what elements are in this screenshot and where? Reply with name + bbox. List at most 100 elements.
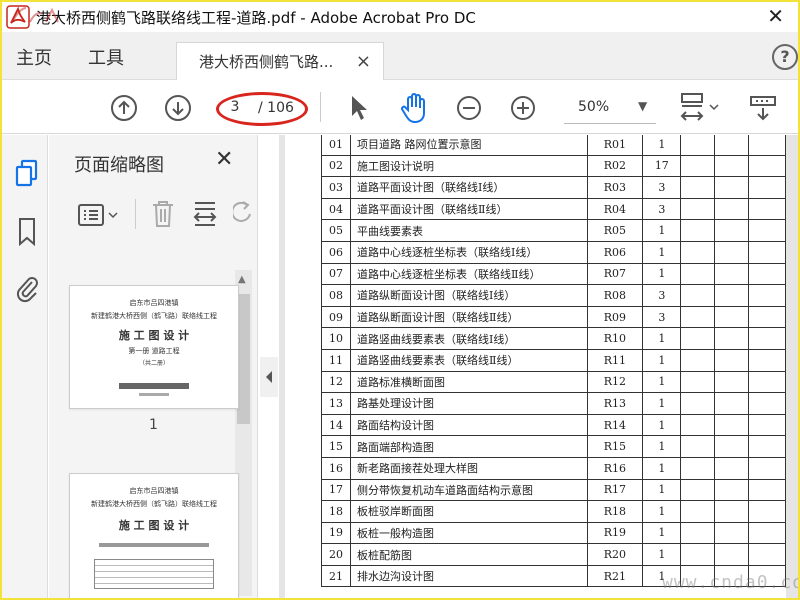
drawing-name-cell: 项目道路 路网位置示意图 [349, 135, 588, 156]
row-number-cell: 15 [321, 435, 351, 458]
empty-cell [714, 392, 749, 415]
bookmarks-icon[interactable] [16, 217, 38, 251]
zoom-in-icon[interactable] [510, 95, 536, 125]
empty-cell [680, 305, 716, 329]
table-row: 14 路面结构设计图 R14 1 [321, 413, 787, 437]
acrobat-window: 港大桥西侧鹤飞路联络线工程-道路.pdf - Adobe Acrobat Pro… [2, 2, 798, 598]
table-row: 12 道路标准横断面图 R12 1 [321, 370, 787, 394]
toolbar: 3 / 106 50% ▼ [2, 80, 798, 134]
empty-cell [680, 219, 716, 242]
page-display-icon[interactable] [678, 92, 724, 130]
drawing-name-cell: 道路平面设计图（联络线Ⅱ线） [349, 197, 588, 221]
thumbnail-page-number: 1 [149, 417, 158, 433]
attachments-icon[interactable] [14, 273, 40, 307]
document-view[interactable]: 01 项目道路 路网位置示意图 R01 1 02 施工图设计说明 R02 17 03 道路平面设计… [279, 135, 798, 598]
drawing-code-cell: R17 [586, 478, 644, 502]
row-number-cell: 21 [321, 564, 351, 588]
empty-cell [680, 370, 716, 394]
toolbar-divider [320, 92, 321, 122]
table-row: 09 道路纵断面设计图（联络线Ⅱ线） R09 3 [321, 305, 787, 329]
empty-cell [714, 305, 749, 329]
document-tab-label: 港大桥西侧鹤飞路... [199, 53, 334, 71]
rotate-icon[interactable] [231, 201, 253, 231]
row-number-cell: 08 [321, 284, 351, 307]
delete-page-icon[interactable] [149, 199, 177, 233]
empty-cell [747, 392, 787, 415]
select-cursor-icon[interactable] [348, 94, 370, 126]
empty-cell [680, 521, 716, 545]
drawing-name-cell: 道路标准横断面图 [349, 370, 588, 394]
drawing-name-cell: 路面结构设计图 [349, 413, 588, 437]
empty-cell [680, 392, 716, 415]
row-number-cell: 18 [321, 500, 351, 523]
empty-cell [747, 348, 787, 372]
drawing-code-cell: R13 [586, 392, 644, 415]
document-tab[interactable]: 港大桥西侧鹤飞路... × [176, 42, 384, 80]
empty-cell [747, 240, 787, 264]
window-close-icon[interactable]: ✕ [767, 6, 784, 26]
table-row: 16 新老路面接茬处理大样图 R16 1 [321, 456, 787, 480]
row-number-cell: 06 [321, 240, 351, 264]
empty-cell [747, 456, 787, 480]
page-thumbnail[interactable]: 启东市吕四港镇 新建鹤港大桥西侧（鹤飞路）联络线工程 施 工 图 设 计 [69, 473, 239, 598]
drawing-code-cell: R15 [586, 435, 644, 458]
page-thumbnail[interactable]: 启东市吕四港镇 新建鹤港大桥西侧（鹤飞路）联络线工程 施 工 图 设 计 第一册… [69, 285, 239, 409]
empty-cell [680, 262, 716, 286]
scroll-mode-icon[interactable] [748, 94, 778, 126]
drawing-code-cell: R08 [586, 284, 644, 307]
tab-close-icon[interactable]: × [356, 51, 371, 72]
row-number-cell: 16 [321, 456, 351, 480]
drawing-name-cell: 平曲线要素表 [349, 219, 588, 242]
empty-cell [747, 197, 787, 221]
zoom-out-icon[interactable] [456, 95, 482, 125]
menu-tools[interactable]: 工具 [88, 44, 124, 70]
page-count-cell: 1 [642, 456, 682, 480]
drawing-name-cell: 施工图设计说明 [349, 154, 588, 178]
drawing-name-cell: 道路纵断面设计图（联络线Ⅱ线） [349, 305, 588, 329]
drawing-name-cell: 道路纵断面设计图（联络线Ⅰ线） [349, 284, 588, 307]
page-count-cell: 1 [642, 240, 682, 264]
empty-cell [747, 413, 787, 437]
empty-cell [680, 456, 716, 480]
empty-cell [747, 219, 787, 242]
hand-tool-icon[interactable] [400, 92, 430, 128]
options-menu-icon[interactable] [77, 203, 121, 231]
page-thumbnails-icon[interactable] [14, 159, 40, 193]
row-number-cell: 04 [321, 197, 351, 221]
empty-cell [680, 327, 716, 350]
drawing-code-cell: R04 [586, 197, 644, 221]
empty-cell [747, 478, 787, 502]
table-row: 05 平曲线要素表 R05 1 [321, 219, 787, 242]
empty-cell [714, 413, 749, 437]
empty-cell [747, 154, 787, 178]
row-number-cell: 03 [321, 176, 351, 199]
drawing-name-cell: 道路竖曲线要素表（联络线Ⅰ线） [349, 327, 588, 350]
empty-cell [747, 500, 787, 523]
empty-cell [714, 327, 749, 350]
extract-page-icon[interactable] [191, 199, 219, 233]
empty-cell [680, 500, 716, 523]
empty-cell [714, 456, 749, 480]
panel-divider [135, 199, 136, 229]
collapse-panel-button[interactable] [260, 357, 278, 397]
zoom-select[interactable]: 50% ▼ [564, 96, 656, 124]
drawing-index-table: 01 项目道路 路网位置示意图 R01 1 02 施工图设计说明 R02 17 03 道路平面设计… [321, 135, 787, 588]
scroll-up-icon[interactable]: ▲ [238, 274, 246, 285]
next-page-icon[interactable] [164, 94, 192, 126]
empty-cell [714, 478, 749, 502]
empty-cell [680, 413, 716, 437]
panel-toolbar [49, 185, 258, 241]
row-number-cell: 13 [321, 392, 351, 415]
table-row: 06 道路中心线逐桩坐标表（联络线Ⅰ线） R06 1 [321, 240, 787, 264]
row-number-cell: 11 [321, 348, 351, 372]
row-number-cell: 05 [321, 219, 351, 242]
empty-cell [747, 327, 787, 350]
panel-close-icon[interactable]: ✕ [215, 147, 233, 172]
table-row: 20 板桩配筋图 R20 1 [321, 543, 787, 566]
help-icon[interactable]: ? [772, 44, 798, 70]
previous-page-icon[interactable] [110, 94, 138, 126]
menu-home[interactable]: 主页 [16, 44, 52, 70]
drawing-name-cell: 侧分带恢复机动车道路面结构示意图 [349, 478, 588, 502]
row-number-cell: 20 [321, 543, 351, 566]
drawing-name-cell: 排水边沟设计图 [349, 564, 588, 588]
